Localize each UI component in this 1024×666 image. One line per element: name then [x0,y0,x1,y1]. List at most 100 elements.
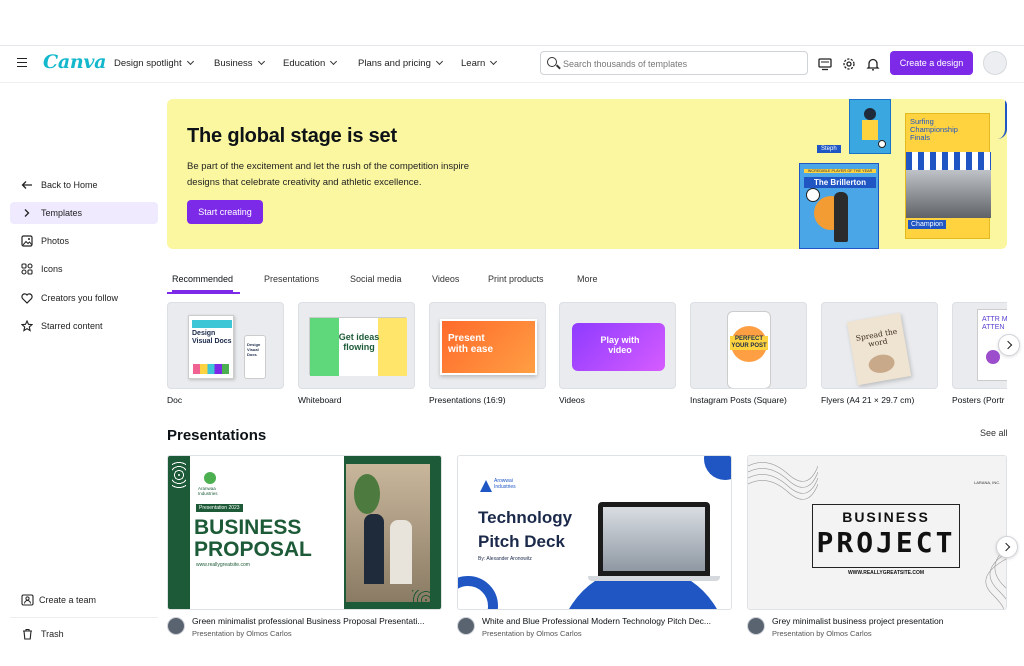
surfing-title: Surfing Championship Finals [910,117,958,142]
card-url: WWW.REALLYGREATSITE.COM [847,570,925,576]
category-card-instagram-posts[interactable]: PERFECT YOUR POST Instagram Posts (Squar… [690,302,807,405]
card-headline-2: Pitch Deck [478,532,565,551]
sidebar-item-back-to-home[interactable]: Back to Home [10,174,158,196]
presentation-card-technology-pitch-deck[interactable]: Arowwai Industries Technology Pitch Deck… [457,455,732,610]
card-subtitle: Presentation by Olmos Carlos [192,629,292,638]
category-card-whiteboard[interactable]: Get ideas flowing Whiteboard [298,302,415,405]
bell-icon[interactable] [866,57,880,71]
soccer-player-image [849,99,891,154]
card-headline-1: BUSINESS [842,509,930,525]
monitor-icon[interactable] [818,57,832,71]
category-card-doc[interactable]: Design Visual Docs Design Visual Docs Do… [167,302,284,405]
chevron-down-icon [490,57,498,66]
category-label: Instagram Posts (Square) [690,395,787,405]
card-headline-2: PROJECT [816,526,956,559]
doc-art-text-small: Design Visual Docs [247,342,261,357]
carousel-next-button[interactable] [996,536,1018,558]
nav-label: Learn [461,58,486,69]
sidebar-item-icons[interactable]: Icons [10,258,158,280]
create-design-button[interactable]: Create a design [890,51,973,75]
tab-underline-divider [167,292,240,294]
tab-videos[interactable]: Videos [432,268,459,292]
arrow-left-icon [20,180,34,190]
card-title[interactable]: White and Blue Professional Modern Techn… [482,616,734,626]
sidebar-item-label: Photos [41,236,70,246]
category-card-posters[interactable]: ATTR MO ATTEN Posters (Portr [952,302,1007,412]
chevron-down-icon [435,57,443,66]
category-label: Posters (Portr [952,395,1005,405]
gear-icon[interactable] [842,57,856,71]
tab-more[interactable]: More [577,268,598,292]
chevron-right-icon [20,208,34,218]
card-title[interactable]: Green minimalist professional Business P… [192,616,444,626]
card-url: www.reallygreatsite.com [196,562,250,568]
sidebar-item-label: Starred content [41,321,103,331]
sidebar-item-starred-content[interactable]: Starred content [10,315,158,337]
top-navigation-bar: Canva Design spotlight Business Educatio… [0,45,1024,83]
nav-design-spotlight[interactable]: Design spotlight [114,57,194,69]
avatar[interactable] [983,51,1007,75]
sidebar-item-label: Templates [41,208,83,218]
card-title[interactable]: Grey minimalist business project present… [772,616,1024,626]
chevron-down-icon [257,57,265,66]
category-card-videos[interactable]: Play with video Videos [559,302,676,405]
sidebar-item-label: Trash [41,629,64,639]
brillerton-poster: INCREDIBLE PLAYER OF THE YEAR The Brille… [799,163,879,249]
poster-art-text: ATTR MO ATTEN [982,316,1007,331]
card-headline-1: Technology [478,508,573,527]
presentation-art-text: Present with ease [448,333,494,355]
search-input[interactable] [563,56,803,71]
sidebar-item-create-a-team[interactable]: Create a team [10,589,158,611]
sidebar-item-label: Back to Home [41,180,98,190]
shapes-icon [20,263,34,275]
carousel-next-button[interactable] [998,334,1020,356]
start-creating-button[interactable]: Start creating [187,200,263,224]
video-art-text: Play with video [600,335,640,355]
laptop-image [598,502,710,576]
tab-print-products[interactable]: Print products [488,268,544,292]
sidebar-item-label: Icons [41,264,63,274]
doc-art-text: Design Visual Docs [192,330,232,345]
nav-education[interactable]: Education [283,57,338,69]
tab-recommended[interactable]: Recommended [172,268,234,292]
presentation-card-business-proposal[interactable]: Aranwaa Industries Presentation 2023 BUS… [167,455,442,610]
tab-label: Presentations [264,274,320,284]
hero-description: Be part of the excitement and let the ru… [187,161,469,188]
tab-label: More [577,274,598,284]
see-all-link[interactable]: See all [980,428,1008,438]
card-brand: LARANA, INC. [974,480,1001,485]
surfing-poster: Surfing Championship Finals Champion [905,113,991,239]
category-thumbnail: Spread the word [821,302,938,389]
tab-label: Print products [488,274,544,284]
canva-logo[interactable]: Canva [43,51,106,73]
poster-top-label: INCREDIBLE PLAYER OF THE YEAR [804,169,876,173]
sidebar-item-templates[interactable]: Templates [10,202,158,224]
search-icon [547,57,557,67]
sidebar-item-photos[interactable]: Photos [10,230,158,252]
sidebar-item-label: Create a team [39,595,97,605]
category-thumbnail: Play with video [559,302,676,389]
menu-icon[interactable] [17,58,27,67]
card-author: By: Alexander Aronowitz [478,556,532,562]
poster-title: The Brillerton [804,177,876,188]
presentation-card-business-project[interactable]: LARANA, INC. BUSINESS PROJECT WWW.REALLY… [747,455,1007,610]
nav-plans-and-pricing[interactable]: Plans and pricing [358,57,443,69]
category-label: Videos [559,395,585,405]
category-card-presentations[interactable]: Present with ease Presentations (16:9) [429,302,546,405]
category-card-flyers[interactable]: Spread the word Flyers (A4 21 × 29.7 cm) [821,302,938,405]
category-thumbnail: Present with ease [429,302,546,389]
category-label: Presentations (16:9) [429,395,506,405]
tab-presentations[interactable]: Presentations [264,268,319,292]
avatar [747,617,765,635]
nav-business[interactable]: Business [214,57,265,69]
instagram-art-text: PERFECT YOUR POST [730,336,768,350]
sidebar-item-trash[interactable]: Trash [10,623,158,645]
search-bar [540,51,808,75]
section-title: Presentations [167,427,267,444]
sidebar-item-creators-you-follow[interactable]: Creators you follow [10,287,158,309]
category-thumbnail: Get ideas flowing [298,302,415,389]
tab-social-media[interactable]: Social media [350,268,402,292]
image-icon [20,235,34,247]
hero-artwork: Steph INCREDIBLE PLAYER OF THE YEAR The … [797,99,1007,249]
nav-learn[interactable]: Learn [461,57,498,69]
